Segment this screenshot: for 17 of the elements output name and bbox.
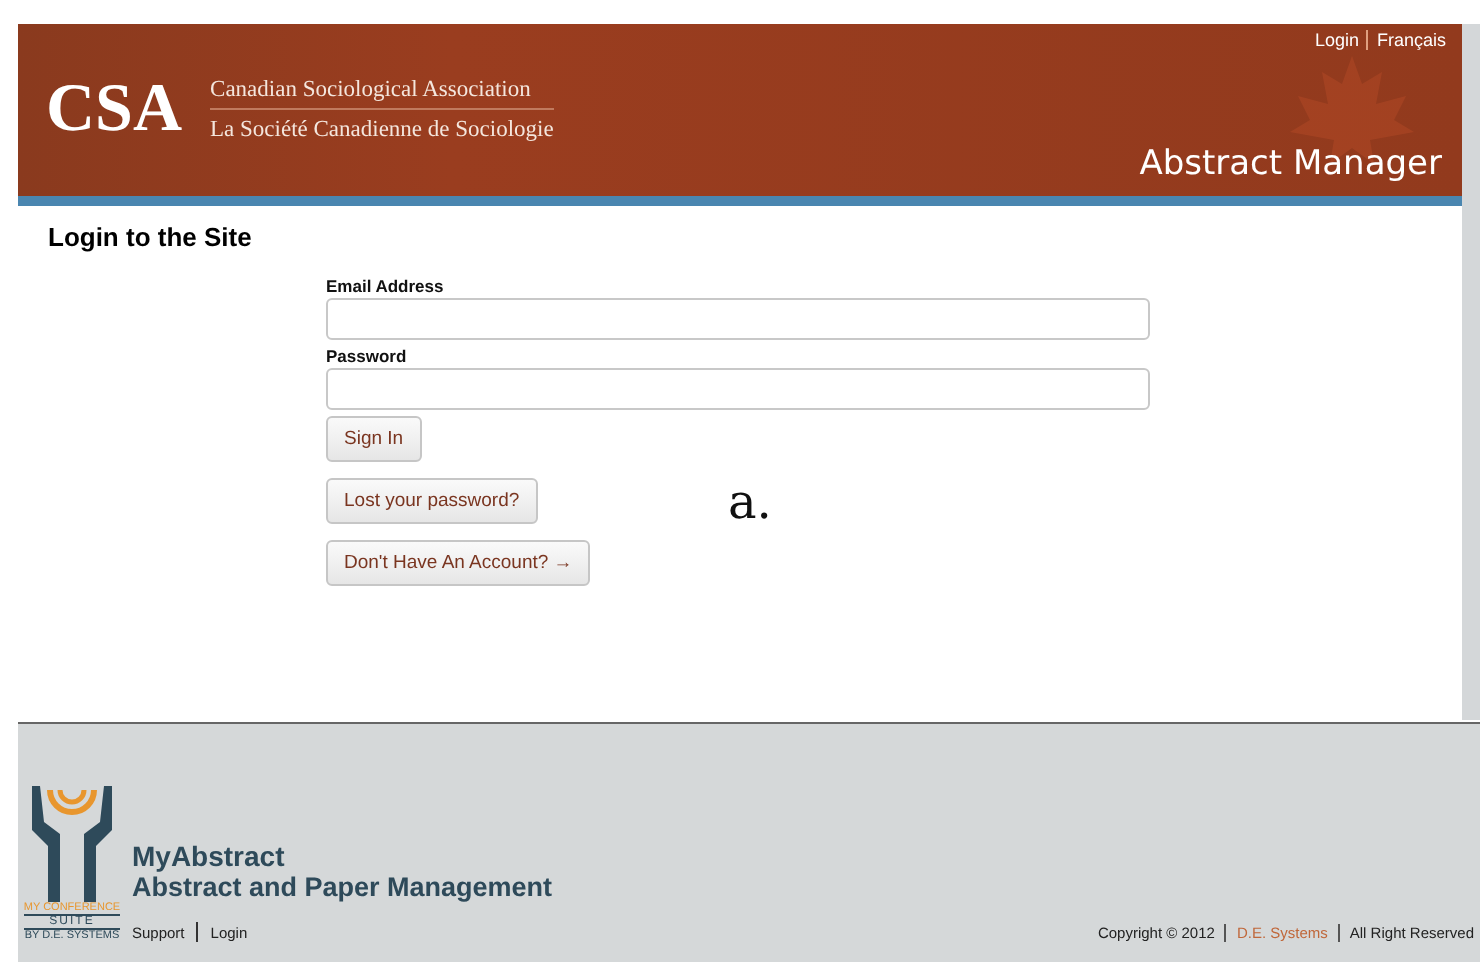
form-button[interactable]: Lost your password? bbox=[326, 478, 538, 524]
field-label: Email Address bbox=[326, 276, 446, 296]
app-title: Abstract Manager bbox=[1139, 144, 1442, 184]
form-button[interactable]: Don't Have An Account? → bbox=[326, 540, 591, 586]
input-field[interactable] bbox=[326, 298, 1150, 340]
input-field[interactable] bbox=[326, 368, 1150, 410]
product-name: MyAbstract bbox=[132, 840, 287, 872]
org-name: La Société Canadienne de Sociologie bbox=[210, 118, 554, 142]
org-name: Canadian Sociological Association bbox=[210, 78, 554, 110]
figure-label: a. bbox=[728, 474, 772, 530]
product-tagline: Abstract and Paper Management bbox=[132, 872, 553, 902]
header-link[interactable]: Français bbox=[1376, 30, 1446, 50]
field-label: Password bbox=[326, 346, 409, 366]
logo-text: CSA bbox=[46, 72, 183, 148]
page-title: Login to the Site bbox=[48, 222, 254, 252]
header-link[interactable]: Login bbox=[1314, 30, 1359, 50]
form-button[interactable]: Sign In bbox=[326, 416, 422, 462]
